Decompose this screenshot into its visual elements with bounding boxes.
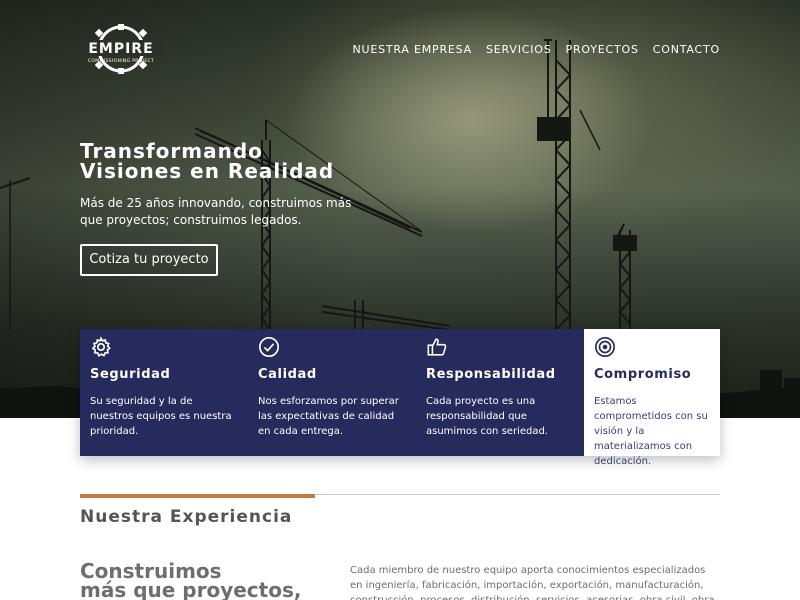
- svg-text:COMMISSIONING PROJECT: COMMISSIONING PROJECT: [88, 58, 154, 64]
- feature-text: Estamos comprometidos con su visión y la…: [594, 396, 708, 467]
- feature-text: Nos esforzamos por superar las expectati…: [258, 396, 399, 437]
- nav-item-servicios[interactable]: SERVICIOS: [486, 43, 552, 56]
- hero-title: Transformando Visiones en Realidad: [80, 141, 334, 181]
- target-icon: [595, 337, 615, 357]
- hero-title-line2: Visiones en Realidad: [80, 159, 335, 183]
- experience-body-text: Cada miembro de nuestro equipo aporta co…: [350, 565, 714, 600]
- experience-big-title: Construimos más que proyectos,: [80, 561, 340, 600]
- feature-title: Calidad: [258, 367, 317, 382]
- gear-icon: [91, 336, 111, 357]
- feature-text: Cada proyecto es una responsabilidad que…: [426, 396, 548, 437]
- feature-text: Su seguridad y la de nuestros equipos es…: [90, 396, 232, 437]
- nav-item-proyectos[interactable]: PROYECTOS: [566, 43, 639, 56]
- feature-title: Responsabilidad: [426, 367, 556, 382]
- experience-heading: Nuestra Experiencia: [80, 507, 293, 527]
- feature-card-responsabilidad: Responsabilidad Cada proyecto es una res…: [416, 329, 584, 456]
- experience-big-title-line2: más que proyectos,: [80, 578, 302, 600]
- checkmark-circle-icon: [259, 337, 279, 357]
- section-divider-accent: [80, 494, 315, 498]
- quote-project-button[interactable]: Cotiza tu proyecto: [80, 244, 218, 276]
- feature-card-calidad: Calidad Nos esforzamos por superar las e…: [248, 329, 416, 456]
- hero-subtitle: Más de 25 años innovando, construimos má…: [80, 196, 352, 227]
- svg-text:EMPIRE: EMPIRE: [88, 41, 153, 57]
- feature-title: Seguridad: [90, 367, 171, 382]
- features-bar: Seguridad Su seguridad y la de nuestros …: [80, 329, 720, 467]
- feature-title: Compromiso: [594, 367, 692, 382]
- feature-card-compromiso: Compromiso Estamos comprometidos con su …: [584, 329, 720, 467]
- nav-item-contacto[interactable]: CONTACTO: [653, 43, 720, 56]
- empire-logo[interactable]: EMPIRE COMMISSIONING PROJECT: [80, 24, 162, 74]
- logo-emblem-icon: EMPIRE COMMISSIONING PROJECT: [80, 24, 162, 74]
- nav-item-nuestra-empresa[interactable]: NUESTRA EMPRESA: [352, 43, 472, 56]
- thumbs-up-icon: [427, 338, 447, 356]
- section-divider-line: [315, 494, 720, 495]
- feature-card-seguridad: Seguridad Su seguridad y la de nuestros …: [80, 329, 248, 456]
- main-navigation: NUESTRA EMPRESA SERVICIOS PROYECTOS CONT…: [352, 43, 720, 56]
